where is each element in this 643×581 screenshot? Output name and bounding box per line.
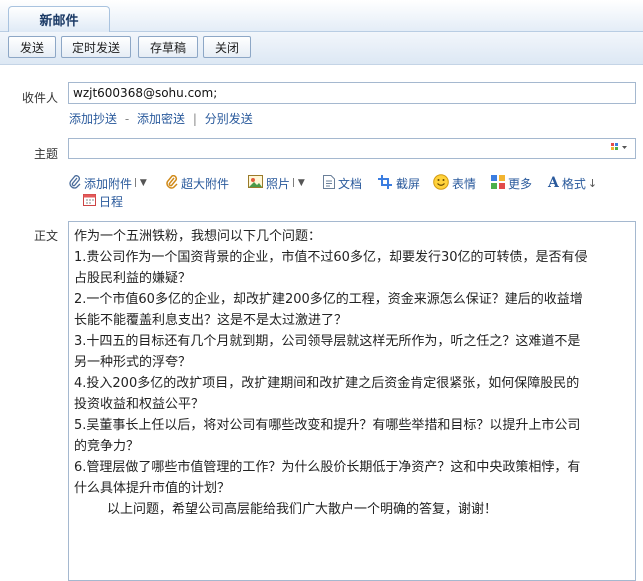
recipient-value: wzjt600368@sohu.com; (73, 86, 218, 100)
calendar-icon (83, 193, 96, 209)
add-attachment-label: 添加附件 (84, 176, 133, 191)
body-line: 投资收益和权益公平？ (74, 397, 205, 412)
subject-palette-icon[interactable] (611, 142, 629, 157)
send-separately-link[interactable]: 分别发送 (205, 112, 253, 126)
recipient-links: 添加抄送 - 添加密送 | 分别发送 (69, 110, 253, 127)
paperclip-icon (69, 174, 81, 192)
add-attachment-button[interactable]: 添加附件 | ▼ (69, 174, 147, 192)
calendar-label: 日程 (99, 194, 124, 209)
body-line: 另一种形式的浮夸？ (74, 355, 192, 370)
body-line: 1.贵公司作为一个国资背景的企业，市值不过60多亿，却要发行30亿的可转债，是否… (74, 250, 588, 265)
body-line: 作为一个五洲铁粉，我想问以下几个问题： (74, 229, 322, 244)
recipient-input[interactable]: wzjt600368@sohu.com; (68, 82, 636, 104)
crop-icon (378, 174, 393, 192)
subject-input[interactable] (68, 138, 636, 159)
more-label: 更多 (508, 176, 533, 191)
photo-label: 照片 (266, 176, 291, 191)
more-button[interactable]: 更多 (491, 174, 532, 192)
emoji-button[interactable]: 表情 (433, 173, 477, 193)
format-arrow-icon: ↓ (587, 176, 598, 190)
send-button[interactable]: 发送 (8, 36, 56, 58)
chevron-down-icon[interactable]: | ▼ (134, 178, 147, 188)
body-line: 5.吴董事长上任以后，将对公司有哪些改变和提升？有哪些举措和目标？以提升上市公司 (74, 418, 581, 433)
body-editor[interactable]: 作为一个五洲铁粉，我想问以下几个问题： 1.贵公司作为一个国资背景的企业，市值不… (68, 221, 636, 581)
format-button[interactable]: A 格式 ↓ (548, 174, 597, 192)
tab-new-mail[interactable]: 新邮件 (8, 6, 110, 32)
document-icon (323, 174, 335, 192)
screenshot-label: 截屏 (396, 176, 421, 191)
body-line: 6.管理层做了哪些市值管理的工作？为什么股价长期低于净资产？这和中央政策相悖，有 (74, 460, 581, 475)
screenshot-button[interactable]: 截屏 (378, 174, 420, 192)
recipient-label: 收件人 (21, 91, 58, 105)
link-pipe-separator: | (192, 112, 197, 126)
body-line: 以上问题，希望公司高层能给我们广大散户一个明确的答复，谢谢！ (107, 502, 498, 517)
large-paperclip-icon (166, 174, 178, 192)
body-line: 的竞争力？ (74, 439, 140, 454)
format-a-icon: A (548, 175, 559, 191)
body-line: 4.投入200多亿的改扩项目，改扩建期间和改扩建之后资金肯定很紧张，如何保障股民… (74, 376, 580, 391)
document-button[interactable]: 文档 (323, 174, 362, 192)
body-line: 占股民利益的嫌疑？ (74, 271, 192, 286)
add-bcc-link[interactable]: 添加密送 (137, 112, 185, 126)
large-attachment-button[interactable]: 超大附件 (166, 174, 229, 192)
scheduled-send-button[interactable]: 定时发送 (61, 36, 131, 58)
format-label: 格式 (561, 176, 586, 191)
close-button[interactable]: 关闭 (203, 36, 251, 58)
toolbar: 发送 定时发送 存草稿 关闭 (0, 32, 643, 65)
photo-button[interactable]: 照片 | ▼ (248, 174, 305, 192)
photo-chevron-down-icon[interactable]: | ▼ (292, 178, 305, 188)
link-dash-separator: - (124, 112, 130, 126)
document-label: 文档 (338, 176, 363, 191)
emoji-label: 表情 (452, 176, 477, 191)
calendar-button[interactable]: 日程 (83, 192, 123, 210)
add-cc-link[interactable]: 添加抄送 (69, 112, 117, 126)
body-label: 正文 (33, 229, 58, 243)
subject-label: 主题 (33, 147, 58, 161)
tab-bar: 新邮件 (0, 0, 643, 32)
smiley-icon (433, 173, 449, 193)
body-line: 什么具体提升市值的计划？ (74, 481, 231, 496)
save-draft-button[interactable]: 存草稿 (138, 36, 198, 58)
photo-icon (248, 175, 263, 191)
body-line: 2.一个市值60多亿的企业，却改扩建200多亿的工程，资金来源怎么保证？建后的收… (74, 292, 583, 307)
body-line: 3.十四五的目标还有几个月就到期，公司领导层就这样无所作为，听之任之？这难道不是 (74, 334, 581, 349)
body-line: 长能不能覆盖利息支出？这是不是太过激进了？ (74, 313, 348, 328)
more-grid-icon (491, 174, 505, 192)
large-attachment-label: 超大附件 (181, 176, 230, 191)
